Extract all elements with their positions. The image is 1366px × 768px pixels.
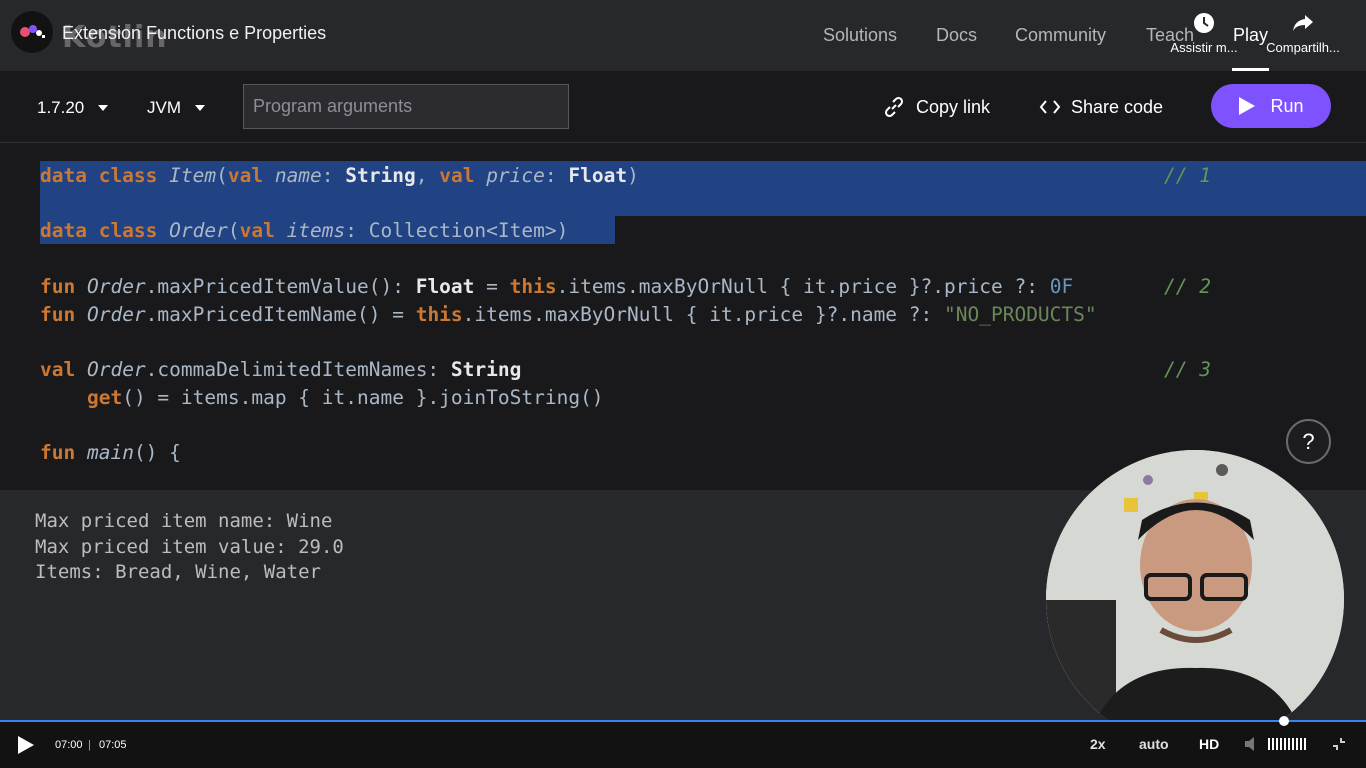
version-value: 1.7.20: [37, 98, 85, 117]
channel-avatar[interactable]: [11, 11, 53, 53]
share-code-button[interactable]: Share code: [1039, 95, 1163, 119]
nav-docs[interactable]: Docs: [936, 25, 977, 46]
code-line-6: get() = items.map { it.name }.joinToStri…: [86, 386, 604, 409]
copy-link-label: Copy link: [916, 96, 991, 117]
channel-logo-icon: [20, 25, 45, 38]
progress-scrubber[interactable]: [1279, 716, 1289, 726]
clock-icon: [1194, 13, 1214, 33]
code-brackets-icon: [1039, 100, 1061, 114]
code-comment-3: // 3: [1164, 358, 1211, 381]
output-line: Max priced item name: Wine: [35, 510, 333, 532]
code-line-5: val Order.commaDelimitedItemNames: Strin…: [40, 358, 522, 381]
share-video-label: Compartilh...: [1266, 40, 1340, 55]
play-icon[interactable]: [16, 735, 36, 755]
program-arguments-input[interactable]: [243, 84, 569, 129]
volume-icon[interactable]: [1243, 735, 1261, 753]
share-code-label: Share code: [1071, 96, 1164, 117]
run-label: Run: [1270, 95, 1304, 116]
code-line-4: fun Order.maxPricedItemName() = this.ite…: [40, 303, 1097, 326]
nav-community[interactable]: Community: [1015, 25, 1106, 46]
code-editor[interactable]: data class Item(val name: String, val pr…: [0, 144, 1366, 490]
link-icon: [884, 96, 904, 118]
share-video-button[interactable]: Compartilh...: [1258, 12, 1348, 55]
code-line-1: data class Item(val name: String, val pr…: [40, 164, 639, 187]
run-button[interactable]: Run: [1211, 84, 1331, 128]
version-select[interactable]: 1.7.20: [37, 98, 109, 118]
time-separator: |: [88, 739, 91, 751]
site-header: Kotlin Extension Functions e Properties …: [0, 0, 1366, 71]
watch-later-button[interactable]: Assistir m...: [1159, 12, 1249, 55]
current-time: 07:00: [55, 739, 83, 751]
video-title[interactable]: Extension Functions e Properties: [62, 23, 326, 44]
copy-link-button[interactable]: Copy link: [882, 95, 990, 119]
code-line-7: fun main() {: [40, 441, 181, 464]
hd-badge[interactable]: HD: [1199, 736, 1219, 752]
help-button[interactable]: ?: [1286, 419, 1331, 464]
target-select[interactable]: JVM: [147, 98, 205, 118]
exit-fullscreen-icon[interactable]: [1332, 737, 1346, 751]
chevron-down-icon: [195, 105, 205, 111]
nav-solutions[interactable]: Solutions: [823, 25, 897, 46]
output-line: Max priced item value: 29.0: [35, 536, 344, 558]
share-arrow-icon: [1293, 15, 1313, 31]
code-line-2: data class Order(val items: Collection<I…: [40, 219, 569, 242]
code-comment-1: // 1: [1164, 164, 1211, 187]
chevron-down-icon: [98, 105, 109, 111]
quality-button[interactable]: auto: [1139, 736, 1169, 752]
duration: 07:05: [99, 739, 127, 751]
volume-slider[interactable]: [1268, 738, 1308, 750]
play-icon: [1239, 97, 1256, 115]
output-line: Items: Bread, Wine, Water: [35, 561, 321, 583]
watch-later-label: Assistir m...: [1170, 40, 1238, 55]
webcam-overlay: [1046, 450, 1344, 748]
progress-bar[interactable]: [0, 720, 1366, 722]
target-value: JVM: [147, 98, 181, 117]
playback-speed-button[interactable]: 2x: [1090, 736, 1106, 752]
code-line-3: fun Order.maxPricedItemValue(): Float = …: [40, 275, 1074, 298]
playground-toolbar: 1.7.20 JVM Copy link Share code Run: [0, 71, 1366, 143]
code-comment-2: // 2: [1164, 275, 1211, 298]
presenter-image: [1046, 450, 1344, 748]
